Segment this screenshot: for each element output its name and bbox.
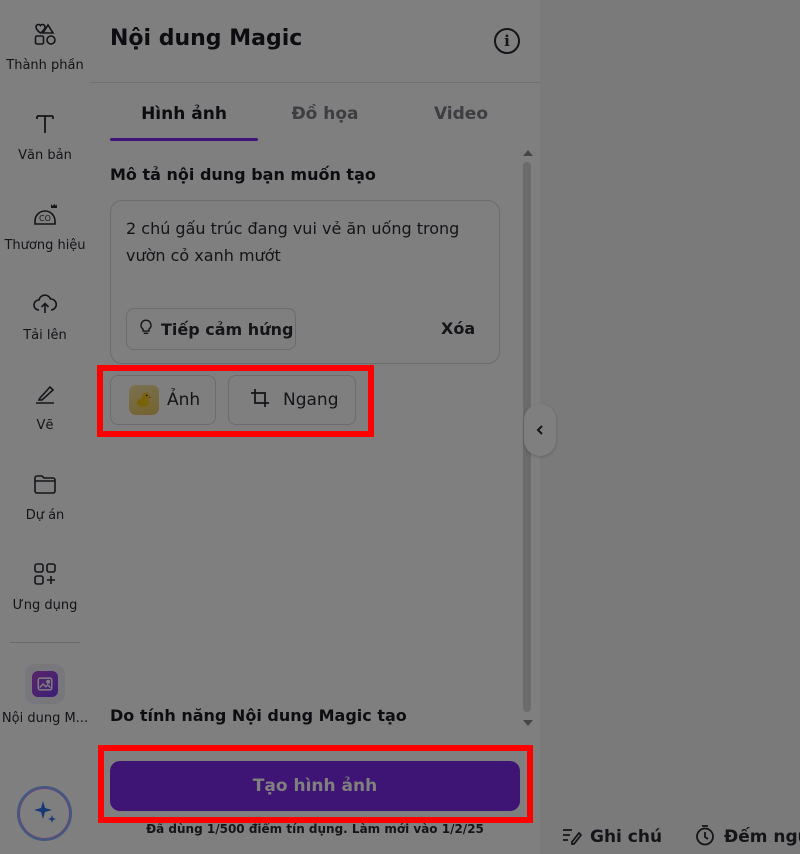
magic-media-panel: Nội dung Magic i Hình ảnh Đồ họa Video M… (90, 0, 540, 854)
magic-media-icon (32, 671, 58, 697)
lightbulb-icon (137, 318, 155, 340)
duck-thumbnail-icon (129, 385, 159, 415)
crop-icon (249, 387, 271, 414)
rail-item-text[interactable]: Văn bản (0, 90, 90, 180)
credits-text: Đã dùng 1/500 điểm tín dụng. Làm mới vào… (146, 822, 484, 836)
style-button[interactable]: Ảnh (110, 375, 216, 425)
rail-item-label: Nội dung M... (1, 711, 89, 726)
rail-item-draw[interactable]: Vẽ (0, 360, 90, 450)
active-tab-indicator (110, 138, 258, 141)
rail-item-label: Thành phần (6, 58, 84, 73)
magic-assistant-button[interactable] (17, 786, 72, 841)
prompt-text[interactable]: 2 chú gấu trúc đang vui vẻ ăn uống trong… (126, 215, 481, 269)
brand-icon: CO (31, 200, 59, 228)
rail-item-label: Tải lên (23, 328, 67, 343)
folder-icon (31, 470, 59, 498)
header-divider (90, 82, 540, 83)
rail-divider (10, 642, 80, 643)
timer-label: Đếm ngư (724, 827, 800, 847)
timer-button[interactable]: Đếm ngư (694, 824, 800, 850)
scroll-up-icon[interactable] (523, 150, 533, 156)
aspect-ratio-button[interactable]: Ngang (228, 375, 356, 425)
chevron-left-icon (534, 421, 546, 440)
style-label: Ảnh (167, 390, 201, 410)
scroll-down-icon[interactable] (523, 720, 533, 726)
elements-icon (31, 20, 59, 48)
prompt-label: Mô tả nội dung bạn muốn tạo (110, 165, 376, 184)
rail-item-label: Ứng dụng (12, 598, 78, 613)
timer-icon (694, 824, 716, 851)
rail-item-elements[interactable]: Thành phần (0, 0, 90, 90)
notes-label: Ghi chú (590, 827, 663, 847)
clear-button[interactable]: Xóa (441, 319, 475, 338)
rail-item-label: Thương hiệu (4, 238, 86, 253)
left-rail: Thành phần Văn bản CO Thương hiệu Tải lê… (0, 0, 90, 854)
draw-icon (31, 380, 59, 408)
text-icon (31, 110, 59, 138)
rail-item-label: Dự án (25, 508, 65, 523)
rail-item-apps[interactable]: Ứng dụng (0, 540, 90, 630)
prompt-input[interactable]: 2 chú gấu trúc đang vui vẻ ăn uống trong… (110, 200, 500, 364)
tab-video[interactable]: Video (392, 104, 530, 142)
notes-button[interactable]: Ghi chú (560, 824, 662, 850)
inspire-label: Tiếp cảm hứng (161, 319, 294, 339)
rail-item-label: Vẽ (36, 418, 54, 433)
rail-item-magic-media[interactable] (25, 664, 65, 704)
rail-item-upload[interactable]: Tải lên (0, 270, 90, 360)
sparkle-icon (31, 798, 59, 830)
apps-icon (31, 560, 59, 588)
notes-icon (560, 824, 583, 851)
attribution-label: Do tính năng Nội dung Magic tạo (110, 706, 407, 725)
upload-icon (31, 290, 59, 318)
generate-image-button[interactable]: Tạo hình ảnh (110, 761, 520, 811)
info-icon[interactable]: i (494, 28, 520, 54)
rail-item-label: Văn bản (18, 148, 72, 163)
aspect-label: Ngang (283, 390, 339, 410)
rail-item-brand[interactable]: CO Thương hiệu (0, 180, 90, 270)
inspire-button[interactable]: Tiếp cảm hứng (126, 308, 296, 350)
rail-item-projects[interactable]: Dự án (0, 450, 90, 540)
collapse-panel-button[interactable] (524, 404, 556, 456)
svg-text:CO: CO (39, 214, 51, 223)
tab-graphics[interactable]: Đồ họa (258, 104, 392, 142)
tab-images[interactable]: Hình ảnh (110, 104, 258, 142)
panel-title: Nội dung Magic (110, 26, 303, 51)
